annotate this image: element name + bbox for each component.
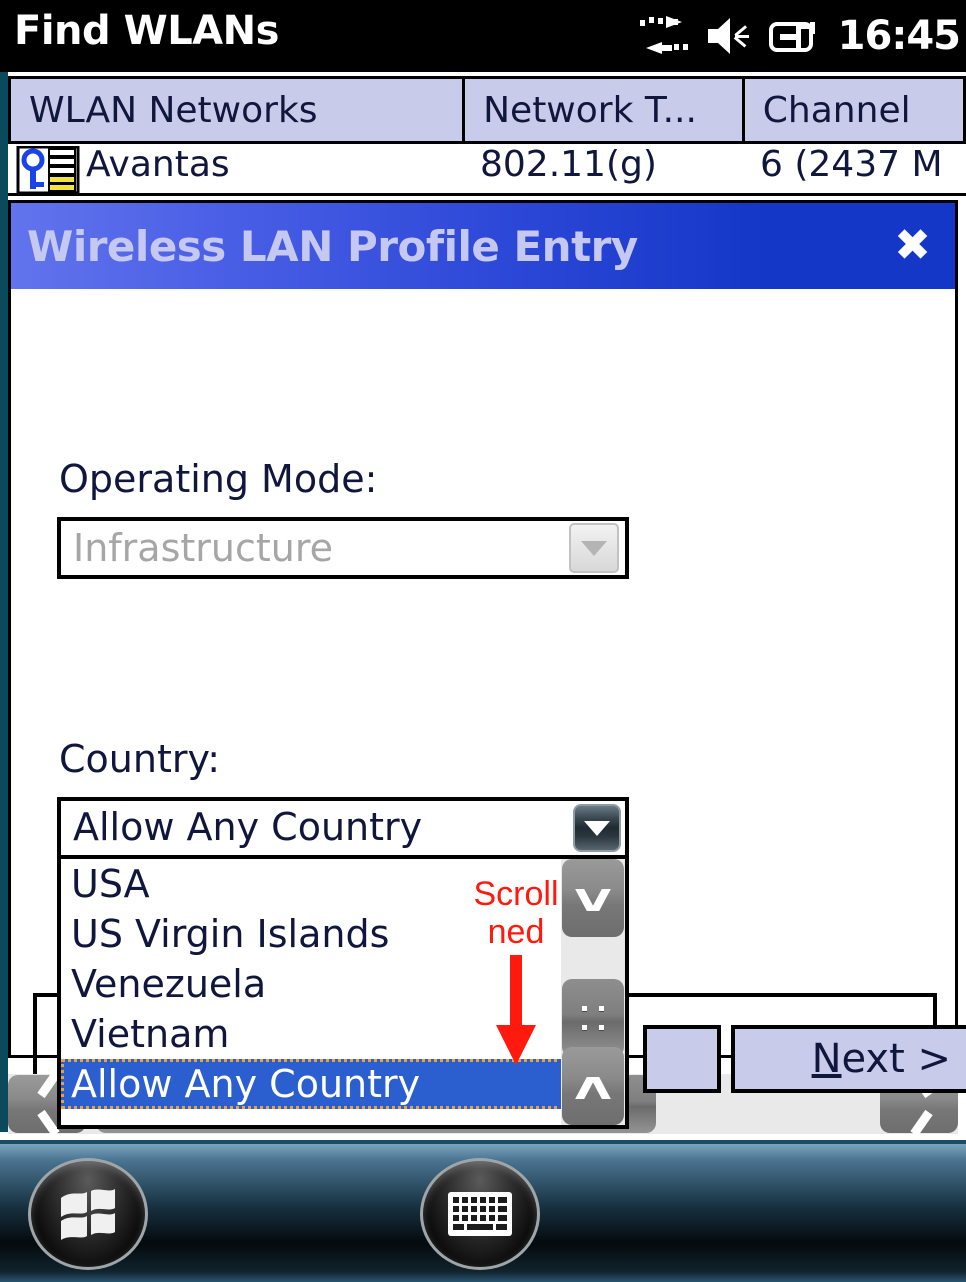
- battery-power-icon[interactable]: [768, 16, 824, 56]
- chevron-down-icon[interactable]: [562, 1047, 624, 1125]
- dialog-title-bar: Wireless LAN Profile Entry ✖: [11, 203, 955, 289]
- column-header-channel[interactable]: Channel: [741, 76, 966, 144]
- table-row[interactable]: Avantas 802.11(g) 6 (2437 M: [8, 144, 966, 196]
- clock: 16:45: [837, 13, 961, 59]
- wireless-lan-profile-dialog: Wireless LAN Profile Entry ✖ Operating M…: [8, 200, 966, 1129]
- country-option-list: USA US Virgin Islands Venezuela Vietnam …: [61, 859, 565, 1125]
- next-button-label: ext >: [841, 1036, 952, 1082]
- dropdown-vertical-scrollbar[interactable]: [561, 859, 625, 1125]
- wlan-table-header: WLAN Networks Network T... Channel: [8, 76, 966, 144]
- start-button[interactable]: [28, 1158, 148, 1270]
- scrollbar-thumb[interactable]: [562, 979, 624, 1057]
- column-header-wlan-networks[interactable]: WLAN Networks: [8, 76, 463, 144]
- system-tray: 16:45: [638, 0, 961, 72]
- country-value: Allow Any Country: [73, 805, 423, 849]
- taskbar: [0, 1140, 966, 1282]
- button-group-left-border: [33, 993, 37, 1079]
- chevron-down-icon[interactable]: [573, 804, 621, 852]
- next-button-accel: N: [811, 1036, 842, 1082]
- grip-dots-icon: [582, 1006, 604, 1030]
- next-button[interactable]: Next >: [731, 1025, 966, 1093]
- wifi-signal-secured-icon: [16, 146, 80, 193]
- operating-mode-combobox[interactable]: Infrastructure: [57, 517, 629, 579]
- list-item[interactable]: US Virgin Islands: [61, 909, 565, 959]
- country-label: Country:: [59, 737, 220, 781]
- list-item-selected[interactable]: Allow Any Country: [61, 1059, 565, 1109]
- dialog-body: Operating Mode: Infrastructure Next > Co…: [11, 289, 966, 1129]
- back-button[interactable]: [643, 1025, 721, 1093]
- country-combobox[interactable]: Allow Any Country: [57, 797, 629, 859]
- windows-logo-icon: [57, 1186, 119, 1242]
- keyboard-button[interactable]: [420, 1158, 540, 1270]
- list-item[interactable]: USA: [61, 859, 565, 909]
- country-dropdown-list[interactable]: USA US Virgin Islands Venezuela Vietnam …: [57, 859, 629, 1129]
- column-header-network-type[interactable]: Network T...: [462, 76, 742, 144]
- operating-mode-value: Infrastructure: [73, 526, 334, 570]
- volume-speaker-icon[interactable]: [704, 14, 754, 58]
- keyboard-icon: [448, 1190, 512, 1238]
- cell-network-type: 802.11(g): [480, 144, 657, 185]
- cell-wlan-name: Avantas: [86, 144, 230, 185]
- chevron-up-icon[interactable]: [562, 859, 624, 937]
- status-bar: Find WLANs 16:45: [0, 0, 966, 72]
- dialog-title: Wireless LAN Profile Entry: [27, 221, 638, 271]
- list-item[interactable]: Venezuela: [61, 959, 565, 1009]
- close-icon[interactable]: ✖: [894, 224, 931, 268]
- device-screen: Find WLANs 16:45 WLAN Networks Network T…: [0, 0, 966, 1282]
- list-item[interactable]: Vietnam: [61, 1009, 565, 1059]
- app-title: Find WLANs: [14, 8, 279, 54]
- dialog-button-row: Next >: [643, 1025, 966, 1093]
- operating-mode-label: Operating Mode:: [59, 457, 378, 501]
- data-transfer-icon[interactable]: [638, 14, 690, 58]
- cell-channel: 6 (2437 M: [760, 144, 943, 185]
- chevron-down-icon-disabled: [569, 523, 619, 573]
